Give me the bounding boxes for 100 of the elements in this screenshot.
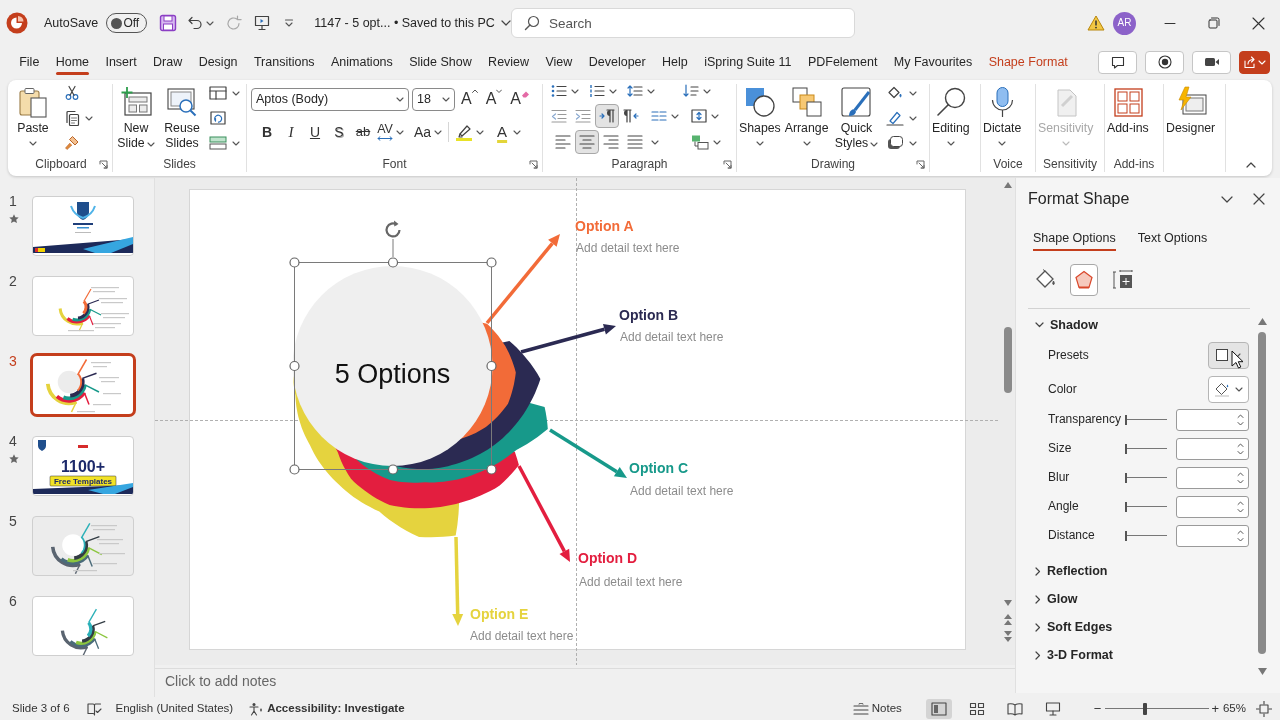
caret-icon[interactable]: [609, 88, 617, 94]
ribbon-tab[interactable]: Animations: [322, 46, 401, 78]
resize-handle[interactable]: [289, 360, 300, 372]
underline-button[interactable]: U: [307, 121, 323, 143]
undo-icon[interactable]: [187, 15, 204, 31]
paste-button[interactable]: Paste: [10, 84, 56, 156]
ribbon-tab[interactable]: View: [537, 46, 581, 78]
text-direction-button[interactable]: [595, 104, 619, 128]
resize-handle[interactable]: [486, 360, 497, 372]
slide-thumbnail[interactable]: [30, 353, 136, 417]
account-avatar[interactable]: AR: [1113, 11, 1136, 35]
search-field[interactable]: Search: [511, 8, 855, 38]
caret-icon[interactable]: [232, 90, 240, 96]
numbering-icon[interactable]: [589, 84, 605, 98]
collapse-ribbon-icon[interactable]: [1246, 162, 1256, 168]
ribbon-tab[interactable]: Review: [479, 46, 538, 78]
slider-thumb[interactable]: [1142, 702, 1147, 715]
accessibility-status[interactable]: Accessibility: Investigate: [267, 701, 405, 716]
text-shadow-button[interactable]: S: [331, 121, 347, 143]
dialog-launcher-icon[interactable]: [916, 159, 925, 169]
dialog-launcher-icon[interactable]: [99, 159, 108, 169]
caret-icon[interactable]: [434, 129, 443, 135]
close-icon[interactable]: [1252, 16, 1265, 30]
resize-handle[interactable]: [387, 464, 399, 475]
section-header[interactable]: Shadow: [1028, 315, 1098, 335]
font-size-field[interactable]: 18: [412, 88, 455, 111]
ribbon-tab[interactable]: File: [11, 46, 48, 78]
slide-counter[interactable]: Slide 3 of 6: [12, 701, 70, 716]
caret-icon[interactable]: [647, 88, 655, 94]
record-button[interactable]: [1145, 50, 1184, 74]
caret-icon[interactable]: [232, 140, 240, 146]
spin-field[interactable]: [1176, 408, 1249, 431]
change-case-button[interactable]: Aa: [414, 121, 432, 143]
section-header[interactable]: Soft Edges: [1028, 613, 1113, 641]
bold-button[interactable]: B: [259, 121, 275, 143]
close-icon[interactable]: [1253, 193, 1265, 205]
caret-icon[interactable]: [513, 129, 522, 135]
meeting-button[interactable]: [1192, 50, 1231, 74]
presentation-icon[interactable]: [254, 15, 271, 31]
smartart-icon[interactable]: [691, 134, 709, 150]
shapes-button[interactable]: Shapes: [737, 84, 783, 156]
ribbon-tab[interactable]: Transitions: [245, 46, 323, 78]
scissors-icon[interactable]: [64, 85, 80, 101]
ribbon-tab[interactable]: Help: [653, 46, 696, 78]
caret-icon[interactable]: [909, 140, 918, 146]
new-slide-button[interactable]: New Slide: [113, 84, 159, 156]
line-spacing-icon[interactable]: [627, 84, 643, 98]
strikethrough-button[interactable]: ab: [355, 121, 371, 143]
previous-slide-icon[interactable]: [1003, 614, 1012, 626]
reset-icon[interactable]: [209, 110, 227, 126]
section-header[interactable]: Reflection: [1028, 557, 1108, 585]
language-indicator[interactable]: English (United States): [115, 701, 234, 716]
scroll-down-icon[interactable]: [1003, 600, 1012, 606]
ribbon-tab[interactable]: Slide Show: [401, 46, 480, 78]
caret-icon[interactable]: [671, 113, 679, 119]
paint-bucket-icon[interactable]: [886, 85, 905, 101]
restore-icon[interactable]: [1208, 17, 1220, 29]
caret-icon[interactable]: [476, 129, 485, 135]
font-color-button[interactable]: A: [494, 121, 511, 143]
section-icon[interactable]: [209, 135, 227, 151]
caret-icon[interactable]: [85, 115, 93, 121]
add-ins-button[interactable]: Add-ins: [1105, 84, 1151, 156]
section-header[interactable]: 3-D Format: [1028, 641, 1113, 669]
highlighter-icon[interactable]: [455, 123, 474, 141]
zoom-level[interactable]: 65%: [1222, 701, 1246, 716]
notes-toggle[interactable]: Notes: [871, 701, 902, 716]
dialog-launcher-icon[interactable]: [529, 159, 538, 169]
resize-handle[interactable]: [289, 464, 300, 475]
ribbon-tab[interactable]: Draw: [144, 46, 191, 78]
layout-icon[interactable]: [209, 85, 227, 101]
spin-field[interactable]: [1176, 466, 1249, 489]
dictate-button[interactable]: Dictate: [981, 84, 1024, 156]
share-button[interactable]: [1239, 50, 1270, 74]
caret-icon[interactable]: [703, 88, 711, 94]
comments-button[interactable]: [1098, 50, 1137, 74]
caret-icon[interactable]: [571, 88, 579, 94]
decrease-indent-icon[interactable]: [551, 109, 567, 123]
grow-font-button[interactable]: A: [461, 88, 478, 111]
resize-handle[interactable]: [486, 464, 497, 475]
chevron-down-icon[interactable]: [500, 20, 511, 26]
scrollbar-thumb[interactable]: [1258, 332, 1266, 654]
color-dropdown[interactable]: [1208, 375, 1249, 403]
accessibility-icon[interactable]: [249, 701, 264, 716]
italic-button[interactable]: I: [283, 121, 299, 143]
clear-formatting-button[interactable]: A: [510, 88, 530, 111]
zoom-in-button[interactable]: +: [1211, 700, 1219, 717]
slide-thumbnail[interactable]: 1100+ Free Templates: [32, 436, 134, 496]
ribbon-tab[interactable]: My Favourites: [885, 46, 981, 78]
quick-styles-button[interactable]: Quick Styles: [830, 84, 883, 156]
spin-field[interactable]: [1176, 524, 1249, 547]
caret-icon[interactable]: [711, 113, 719, 119]
align-text-icon[interactable]: [691, 109, 707, 123]
ribbon-tab[interactable]: Home: [47, 46, 98, 78]
effects-icon[interactable]: [886, 135, 905, 151]
pane-icon-tab[interactable]: [1070, 264, 1098, 296]
section-header[interactable]: Glow: [1028, 585, 1078, 613]
ribbon-tab[interactable]: Shape Format: [980, 46, 1077, 78]
editing-button[interactable]: Editing: [930, 84, 972, 156]
ribbon-tab[interactable]: iSpring Suite 11: [696, 46, 800, 78]
caret-icon[interactable]: [396, 129, 404, 135]
